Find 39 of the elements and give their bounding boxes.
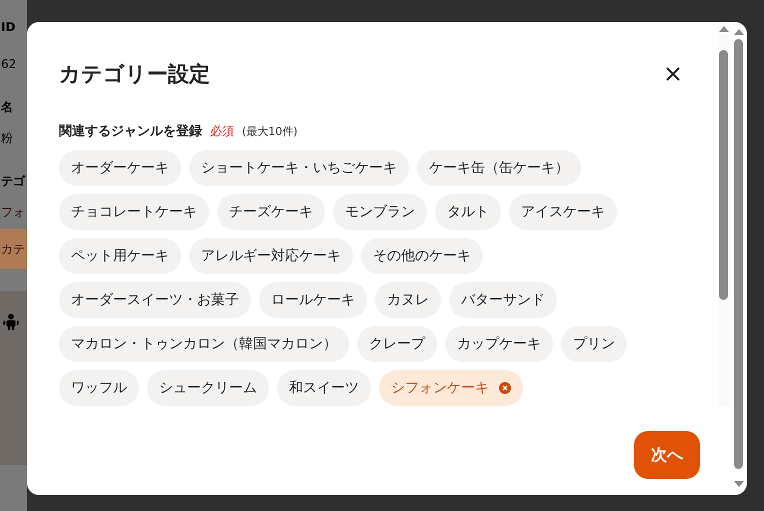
remove-icon[interactable]	[499, 382, 511, 394]
genre-chip[interactable]: バターサンド	[449, 282, 557, 318]
genre-chip[interactable]: ペット用ケーキ	[59, 238, 181, 274]
limit-note: (最大10件)	[242, 124, 298, 139]
field-label: 名	[1, 99, 13, 116]
genre-chip[interactable]: カヌレ	[375, 282, 441, 318]
genre-chip[interactable]: チョコレートケーキ	[59, 194, 209, 230]
field-value: 粉	[1, 130, 13, 147]
required-label: 必須	[210, 123, 234, 140]
genre-chip[interactable]: チーズケーキ	[217, 194, 325, 230]
category-button[interactable]: カテ	[0, 229, 27, 269]
section-label: 関連するジャンルを登録	[59, 123, 202, 140]
field-label: テゴ	[1, 173, 25, 190]
genre-chip[interactable]: ケーキ缶（缶ケーキ）	[417, 150, 581, 186]
genre-chip[interactable]: プリン	[561, 326, 627, 362]
genre-chip[interactable]: カップケーキ	[445, 326, 553, 362]
genre-chip[interactable]: アイスケーキ	[509, 194, 617, 230]
genre-chip[interactable]: オーダーケーキ	[59, 150, 181, 186]
genre-chip[interactable]: ロールケーキ	[259, 282, 367, 318]
genre-chip[interactable]: タルト	[435, 194, 501, 230]
genre-chip[interactable]: クレープ	[357, 326, 437, 362]
scrollbar[interactable]	[718, 22, 730, 407]
dialog-title: カテゴリー設定	[59, 61, 210, 88]
genre-chip[interactable]: その他のケーキ	[361, 238, 483, 274]
field-label: ID	[1, 19, 16, 36]
field-value: 62	[1, 56, 16, 73]
next-button[interactable]: 次へ	[634, 431, 700, 479]
genre-chip[interactable]: マカロン・トゥンカロン（韓国マカロン）	[59, 326, 349, 362]
close-icon[interactable]	[664, 65, 682, 83]
genre-chip[interactable]: ショートケーキ・いちごケーキ	[189, 150, 409, 186]
genre-chip[interactable]: オーダースイーツ・お菓子	[59, 282, 251, 318]
genre-chip[interactable]: アレルギー対応ケーキ	[189, 238, 353, 274]
person-icon	[2, 311, 20, 333]
link[interactable]: フォ	[1, 204, 25, 221]
genre-chip[interactable]: 和スイーツ	[277, 370, 371, 406]
genre-chip[interactable]: ワッフル	[59, 370, 139, 406]
genre-chip[interactable]: モンブラン	[333, 194, 427, 230]
genre-chip[interactable]: シフォンケーキ	[379, 370, 523, 406]
genre-chip[interactable]: シュークリーム	[147, 370, 269, 406]
